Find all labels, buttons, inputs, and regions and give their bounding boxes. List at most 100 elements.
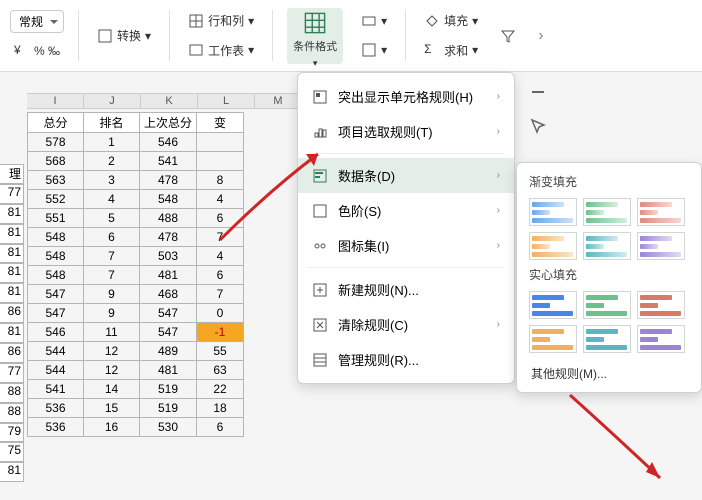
menu-highlight-cells[interactable]: 突出显示单元格规则(H)› bbox=[298, 79, 514, 114]
currency-buttons[interactable]: ¥% ‰ bbox=[10, 41, 64, 61]
conditional-format-icon bbox=[304, 12, 326, 34]
border-icon bbox=[361, 42, 377, 58]
col-I[interactable]: I bbox=[27, 94, 84, 108]
sum-button[interactable]: Σ求和 ▾ bbox=[420, 40, 482, 61]
merge-button[interactable]: ▾ bbox=[357, 11, 391, 31]
row-label-fragment: 理778181 81818186 81867788 88797581 bbox=[0, 164, 24, 482]
table-row[interactable]: 54794687 bbox=[28, 285, 244, 304]
table-row[interactable]: 5682541 bbox=[28, 152, 244, 171]
highlight-icon bbox=[312, 89, 328, 105]
merge-icon bbox=[361, 13, 377, 29]
swatch-gradient-red[interactable] bbox=[637, 198, 685, 226]
minus-icon[interactable] bbox=[528, 82, 548, 102]
gradient-swatches bbox=[529, 198, 689, 260]
chevron-right-icon: › bbox=[497, 240, 500, 251]
chevron-right-icon: › bbox=[497, 126, 500, 137]
gradient-fill-label: 渐变填充 bbox=[529, 173, 689, 190]
table-row[interactable]: 5441248163 bbox=[28, 361, 244, 380]
expand-ribbon[interactable]: › bbox=[534, 25, 547, 47]
conditional-format-menu: 突出显示单元格规则(H)› 项目选取规则(T)› 数据条(D)› 色阶(S)› … bbox=[297, 72, 515, 384]
col-M[interactable]: M bbox=[255, 94, 302, 108]
new-rule-icon bbox=[312, 282, 328, 298]
col-L[interactable]: L bbox=[198, 94, 255, 108]
top-icon bbox=[312, 124, 328, 140]
separator bbox=[78, 10, 79, 61]
convert-icon bbox=[97, 28, 113, 44]
solid-fill-label: 实心填充 bbox=[529, 266, 689, 283]
spreadsheet[interactable]: I J K L M 总分排名上次总分变 57815465682541563347… bbox=[27, 112, 324, 437]
menu-new-rule[interactable]: 新建规则(N)... bbox=[298, 272, 514, 307]
clear-icon bbox=[312, 317, 328, 333]
menu-divider bbox=[308, 267, 504, 268]
table-row[interactable]: 5781546 bbox=[28, 133, 244, 152]
swatch-gradient-green[interactable] bbox=[583, 198, 631, 226]
funnel-icon bbox=[500, 28, 516, 44]
swatch-gradient-blue[interactable] bbox=[529, 198, 577, 226]
table-row[interactable]: 5411451922 bbox=[28, 380, 244, 399]
filter-button[interactable] bbox=[496, 26, 520, 46]
rows-cols-button[interactable]: 行和列 ▾ bbox=[184, 10, 258, 31]
separator bbox=[405, 10, 406, 61]
sigma-icon: Σ bbox=[424, 42, 440, 58]
chevron-right-icon: › bbox=[497, 319, 500, 330]
col-J[interactable]: J bbox=[84, 94, 141, 108]
swatch-gradient-orange[interactable] bbox=[529, 232, 577, 260]
menu-icon-sets[interactable]: 图标集(I)› bbox=[298, 228, 514, 263]
more-rules-link[interactable]: 其他规则(M)... bbox=[529, 359, 689, 384]
table-row[interactable]: 5361551918 bbox=[28, 399, 244, 418]
fill-button[interactable]: 填充 ▾ bbox=[420, 10, 482, 31]
swatch-solid-orange[interactable] bbox=[529, 325, 577, 353]
swatch-gradient-purple[interactable] bbox=[637, 232, 685, 260]
table-row[interactable]: 55154886 bbox=[28, 209, 244, 228]
databar-submenu: 渐变填充 实心填充 其他规则(M)... bbox=[516, 162, 702, 393]
chevron-right-icon: › bbox=[497, 91, 500, 102]
separator bbox=[272, 10, 273, 61]
iconset-icon bbox=[312, 238, 328, 254]
cursor-icon[interactable] bbox=[528, 116, 548, 136]
rows-cols-icon bbox=[188, 13, 204, 29]
swatch-solid-teal[interactable] bbox=[583, 325, 631, 353]
number-format-select[interactable]: 常规 bbox=[10, 10, 64, 33]
databar-icon bbox=[312, 168, 328, 184]
annotation-arrow-2 bbox=[560, 390, 680, 490]
table-row[interactable]: 56334788 bbox=[28, 171, 244, 190]
table-row[interactable]: 55245484 bbox=[28, 190, 244, 209]
menu-clear-rules[interactable]: 清除规则(C)› bbox=[298, 307, 514, 342]
swatch-solid-green[interactable] bbox=[583, 291, 631, 319]
swatch-gradient-teal[interactable] bbox=[583, 232, 631, 260]
ribbon-toolbar: 常规 ¥% ‰ 转换 ▾ 行和列 ▾ 工作表 ▾ 条件格式▾ ▾ ▾ 填充 ▾ … bbox=[0, 0, 702, 72]
table-row[interactable]: 54875034 bbox=[28, 247, 244, 266]
swatch-solid-blue[interactable] bbox=[529, 291, 577, 319]
table-row[interactable]: 54864787 bbox=[28, 228, 244, 247]
colorscale-icon bbox=[312, 203, 328, 219]
table-row[interactable]: 54874816 bbox=[28, 266, 244, 285]
separator bbox=[169, 10, 170, 61]
col-K[interactable]: K bbox=[141, 94, 198, 108]
conditional-format-button[interactable]: 条件格式▾ bbox=[287, 8, 343, 64]
table-row[interactable]: 5441248955 bbox=[28, 342, 244, 361]
yen-icon: ¥ bbox=[14, 43, 30, 59]
worksheet-icon bbox=[188, 42, 204, 58]
menu-manage-rules[interactable]: 管理规则(R)... bbox=[298, 342, 514, 377]
table-row[interactable]: 54611547-1 bbox=[28, 323, 244, 342]
table-header-row: 总分排名上次总分变 bbox=[28, 113, 244, 133]
data-table[interactable]: 总分排名上次总分变 578154656825415633478855245484… bbox=[27, 112, 244, 437]
column-headers[interactable]: I J K L M bbox=[27, 93, 302, 109]
manage-icon bbox=[312, 352, 328, 368]
menu-top-bottom[interactable]: 项目选取规则(T)› bbox=[298, 114, 514, 149]
worksheet-button[interactable]: 工作表 ▾ bbox=[184, 40, 258, 61]
chevron-right-icon: › bbox=[497, 205, 500, 216]
swatch-solid-red[interactable] bbox=[637, 291, 685, 319]
menu-divider bbox=[308, 153, 504, 154]
menu-data-bars[interactable]: 数据条(D)› bbox=[298, 158, 514, 193]
border-button[interactable]: ▾ bbox=[357, 40, 391, 60]
solid-swatches bbox=[529, 291, 689, 353]
menu-color-scales[interactable]: 色阶(S)› bbox=[298, 193, 514, 228]
swatch-solid-purple[interactable] bbox=[637, 325, 685, 353]
table-row[interactable]: 54795470 bbox=[28, 304, 244, 323]
table-row[interactable]: 536165306 bbox=[28, 418, 244, 437]
side-toolbar bbox=[518, 72, 702, 146]
chevron-right-icon: › bbox=[497, 170, 500, 181]
fill-icon bbox=[424, 13, 440, 29]
convert-button[interactable]: 转换 ▾ bbox=[93, 25, 155, 46]
